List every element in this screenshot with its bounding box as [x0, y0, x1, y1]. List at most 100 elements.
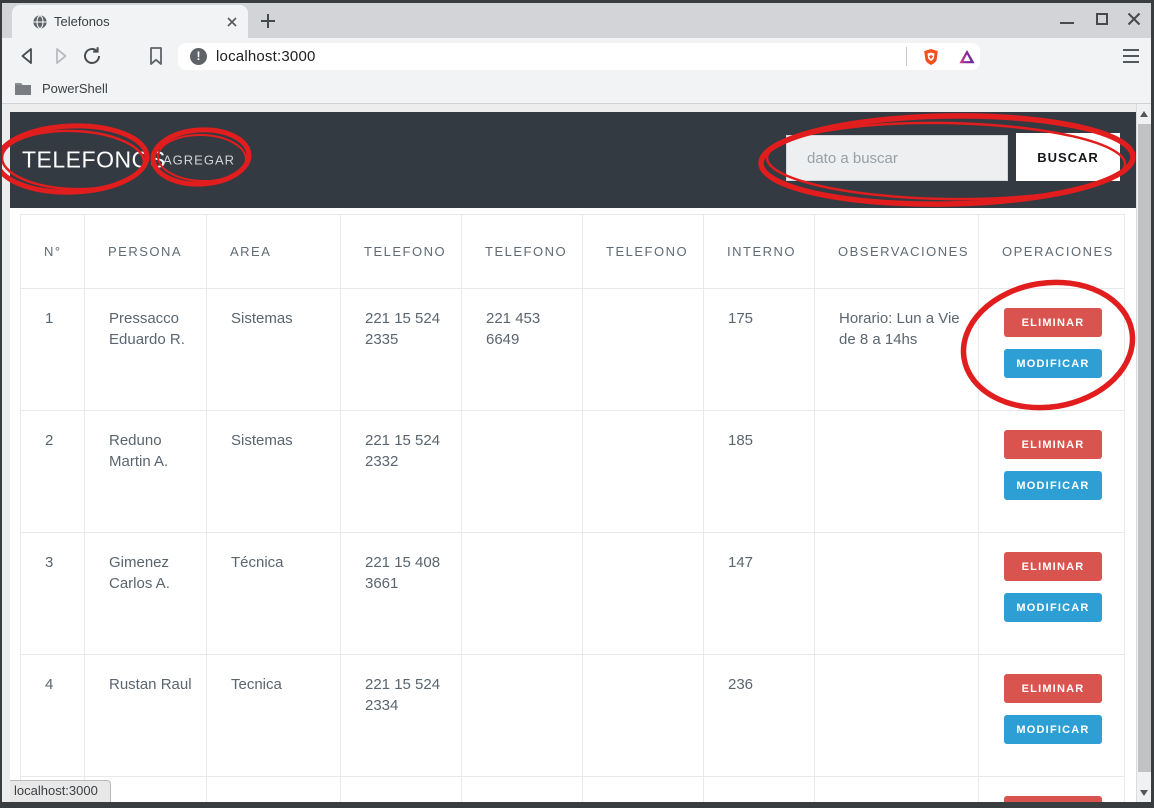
cell-observaciones	[815, 655, 979, 777]
maximize-button[interactable]	[1096, 13, 1108, 25]
column-header-observaciones: OBSERVACIONES	[815, 215, 979, 289]
cell-n: 1	[21, 289, 85, 411]
cell-operaciones: ELIMINAR MODIFICAR	[979, 777, 1125, 803]
page-navbar: TELEFONOS AGREGAR BUSCAR	[10, 112, 1136, 208]
scroll-up-icon[interactable]	[1140, 111, 1148, 117]
cell-persona: Pressacco Eduardo R.	[85, 289, 207, 411]
cell-telefono2	[462, 533, 583, 655]
buscar-button[interactable]: BUSCAR	[1016, 133, 1120, 181]
cell-telefono3	[583, 411, 704, 533]
scrollbar-thumb[interactable]	[1138, 124, 1151, 772]
cell-area	[207, 777, 341, 803]
column-header-area: AREA	[207, 215, 341, 289]
bookmark-icon[interactable]	[144, 44, 168, 68]
modificar-button[interactable]: MODIFICAR	[1004, 593, 1102, 622]
navbar-brand[interactable]: TELEFONOS	[22, 147, 166, 174]
browser-tab[interactable]: Telefonos	[12, 5, 248, 38]
globe-favicon	[32, 14, 48, 30]
address-bar[interactable]: ! localhost:3000	[178, 43, 980, 70]
cell-area: Tecnica	[207, 655, 341, 777]
cell-telefono1: 221 15 408 3661	[341, 533, 462, 655]
info-icon[interactable]: !	[190, 48, 207, 65]
cell-observaciones: Horario: Lun a Vie de 8 a 14hs	[815, 289, 979, 411]
cell-n: 3	[21, 533, 85, 655]
cell-telefono1: 221 15 524 2335	[341, 289, 462, 411]
scroll-down-icon[interactable]	[1140, 790, 1148, 796]
nav-link-agregar[interactable]: AGREGAR	[163, 153, 235, 168]
table-row: 3 Gimenez Carlos A. Técnica 221 15 408 3…	[21, 533, 1125, 655]
cell-operaciones: ELIMINAR MODIFICAR	[979, 533, 1125, 655]
cell-observaciones	[815, 533, 979, 655]
top-gap	[10, 104, 1136, 112]
bookmark-label: PowerShell	[42, 81, 108, 96]
tab-close-icon[interactable]	[224, 14, 240, 30]
cell-telefono2: 221 453 6649	[462, 289, 583, 411]
modificar-button[interactable]: MODIFICAR	[1004, 349, 1102, 378]
eliminar-button[interactable]: ELIMINAR	[1004, 552, 1102, 581]
cell-n: 4	[21, 655, 85, 777]
bat-icon[interactable]	[958, 48, 976, 66]
cell-interno	[704, 777, 815, 803]
page-viewport: TELEFONOS AGREGAR BUSCAR N° PERSONA AREA…	[2, 104, 1136, 802]
cell-persona: Reduno Martin A.	[85, 411, 207, 533]
column-header-persona: PERSONA	[85, 215, 207, 289]
titlebar: Telefonos	[2, 3, 1151, 38]
column-header-interno: INTERNO	[704, 215, 815, 289]
urlbar-divider	[906, 47, 907, 66]
cell-observaciones	[815, 411, 979, 533]
cell-operaciones: ELIMINAR MODIFICAR	[979, 289, 1125, 411]
column-header-operaciones: OPERACIONES	[979, 215, 1125, 289]
brave-shield-icon[interactable]	[922, 48, 940, 66]
table-body: 1 Pressacco Eduardo R. Sistemas 221 15 5…	[21, 289, 1125, 803]
cell-area: Sistemas	[207, 411, 341, 533]
column-header-telefono2: TELEFONO	[462, 215, 583, 289]
cell-operaciones: ELIMINAR MODIFICAR	[979, 655, 1125, 777]
modificar-button[interactable]: MODIFICAR	[1004, 715, 1102, 744]
back-icon[interactable]	[16, 44, 40, 68]
forward-icon[interactable]	[48, 44, 72, 68]
column-header-telefono1: TELEFONO	[341, 215, 462, 289]
cell-telefono3	[583, 777, 704, 803]
cell-observaciones	[815, 777, 979, 803]
reload-icon[interactable]	[80, 44, 104, 68]
status-bar: localhost:3000	[10, 780, 111, 802]
cell-area: Técnica	[207, 533, 341, 655]
phones-table: N° PERSONA AREA TELEFONO TELEFONO TELEFO…	[20, 214, 1125, 802]
table-header-row: N° PERSONA AREA TELEFONO TELEFONO TELEFO…	[21, 215, 1125, 289]
eliminar-button[interactable]: ELIMINAR	[1004, 674, 1102, 703]
vertical-scrollbar	[1136, 104, 1151, 802]
column-header-telefono3: TELEFONO	[583, 215, 704, 289]
modificar-button[interactable]: MODIFICAR	[1004, 471, 1102, 500]
folder-icon	[14, 81, 32, 96]
cell-telefono1	[341, 777, 462, 803]
menu-icon[interactable]	[1120, 45, 1142, 67]
cell-telefono2	[462, 411, 583, 533]
cell-interno: 236	[704, 655, 815, 777]
search-input[interactable]	[786, 135, 1008, 181]
new-tab-icon[interactable]	[258, 11, 278, 31]
bookmark-item-powershell[interactable]: PowerShell	[14, 74, 108, 103]
table-row: ELIMINAR MODIFICAR	[21, 777, 1125, 803]
cell-n: 2	[21, 411, 85, 533]
browser-window: Telefonos ! lo	[0, 0, 1154, 808]
cell-interno: 185	[704, 411, 815, 533]
cell-persona: Rustan Raul	[85, 655, 207, 777]
table-row: 1 Pressacco Eduardo R. Sistemas 221 15 5…	[21, 289, 1125, 411]
cell-interno: 147	[704, 533, 815, 655]
cell-telefono3	[583, 289, 704, 411]
eliminar-button[interactable]: ELIMINAR	[1004, 796, 1102, 802]
eliminar-button[interactable]: ELIMINAR	[1004, 308, 1102, 337]
eliminar-button[interactable]: ELIMINAR	[1004, 430, 1102, 459]
cell-interno: 175	[704, 289, 815, 411]
column-header-n: N°	[21, 215, 85, 289]
close-window-button[interactable]	[1126, 11, 1142, 27]
url-text: localhost:3000	[216, 43, 316, 70]
bookmarks-bar: PowerShell	[2, 74, 1151, 104]
cell-persona: Gimenez Carlos A.	[85, 533, 207, 655]
table-row: 2 Reduno Martin A. Sistemas 221 15 524 2…	[21, 411, 1125, 533]
tab-title: Telefonos	[54, 5, 110, 38]
left-gutter	[2, 104, 10, 802]
cell-area: Sistemas	[207, 289, 341, 411]
table-row: 4 Rustan Raul Tecnica 221 15 524 2334 23…	[21, 655, 1125, 777]
minimize-button[interactable]	[1060, 22, 1074, 24]
